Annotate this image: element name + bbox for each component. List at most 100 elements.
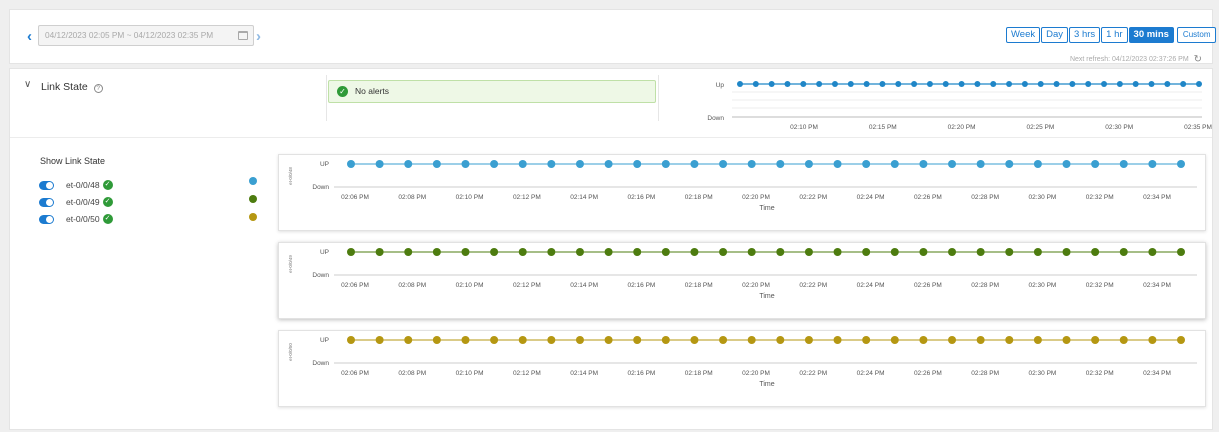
data-point: [1164, 81, 1171, 87]
data-point: [831, 81, 838, 87]
date-range-picker[interactable]: 04/12/2023 02:05 PM ~ 04/12/2023 02:35 P…: [38, 25, 254, 46]
link-chart-svg: UP Down et-0/0/48 02:06 PM 02:08 PM 02:10 PM 0…: [288, 160, 1197, 212]
custom-range-button[interactable]: Custom: [1176, 27, 1217, 43]
data-point: [1021, 81, 1028, 87]
data-point: [1119, 248, 1128, 256]
data-point: [690, 160, 699, 168]
toggle-switch[interactable]: [39, 180, 54, 190]
data-point: [1062, 160, 1071, 168]
data-point: [833, 160, 842, 168]
data-point: [1033, 336, 1042, 344]
data-point: [461, 248, 470, 256]
legend-item-et-0-0-48: et-0/0/48 ✓: [39, 178, 113, 192]
x-tick-label: 02:10 PM: [790, 124, 818, 131]
x-tick-label: 02:14 PM: [570, 194, 598, 201]
x-tick-label: 02:08 PM: [398, 370, 426, 377]
link-chart-svg: UP Down et-0/0/49 02:06 PM 02:08 PM 02:10 PM 0…: [288, 248, 1197, 300]
data-point: [1148, 248, 1157, 256]
chevron-left-icon[interactable]: ‹: [27, 29, 32, 45]
x-tick-label: 02:20 PM: [948, 124, 976, 131]
check-circle-icon: ✓: [102, 197, 113, 207]
data-point: [948, 160, 957, 168]
divider: [326, 75, 327, 121]
y-axis-label: et-0/0/50: [288, 343, 293, 361]
data-point: [890, 160, 899, 168]
refresh-icon[interactable]: ↻: [1194, 54, 1202, 65]
data-point: [1006, 81, 1013, 87]
range-1hr-button[interactable]: 1 hr: [1101, 27, 1128, 43]
data-point: [1132, 81, 1139, 87]
x-tick-label: 02:32 PM: [1086, 282, 1114, 289]
data-point: [804, 336, 813, 344]
range-button-group: Week Day 3 hrs 1 hr 30 mins Custom: [1006, 27, 1217, 43]
data-point: [633, 248, 642, 256]
data-point: [404, 336, 413, 344]
x-tick-label: 02:14 PM: [570, 282, 598, 289]
data-point: [1062, 336, 1071, 344]
data-point: [1177, 336, 1185, 344]
x-tick-label: 02:15 PM: [869, 124, 897, 131]
data-point: [518, 336, 527, 344]
range-day-button[interactable]: Day: [1041, 27, 1069, 43]
data-point: [1033, 248, 1042, 256]
x-tick-label: 02:26 PM: [914, 370, 942, 377]
data-point: [1033, 160, 1042, 168]
data-point: [461, 336, 470, 344]
data-point: [461, 160, 470, 168]
toggle-switch[interactable]: [39, 214, 54, 224]
divider: [658, 75, 659, 121]
link-chart-et-0-0-48: UP Down et-0/0/48 02:06 PM 02:08 PM 02:10 PM 0…: [278, 154, 1206, 231]
x-tick-label: 02:24 PM: [857, 370, 885, 377]
x-tick-label: 02:30 PM: [1105, 124, 1133, 131]
data-point: [1148, 160, 1157, 168]
data-point: [719, 336, 728, 344]
x-tick-label: 02:18 PM: [685, 194, 713, 201]
data-point: [976, 160, 985, 168]
y-axis-label: et-0/0/48: [288, 167, 293, 185]
x-tick-label: 02:22 PM: [799, 370, 827, 377]
data-point: [490, 336, 499, 344]
legend-item-et-0-0-49: et-0/0/49 ✓: [39, 195, 113, 209]
panel-title: Link State ?: [41, 81, 103, 93]
data-point: [1148, 336, 1157, 344]
data-point: [490, 248, 499, 256]
panel-title-text: Link State: [41, 81, 88, 93]
data-point: [1062, 248, 1071, 256]
data-point: [661, 160, 670, 168]
range-week-button[interactable]: Week: [1006, 27, 1041, 43]
next-refresh: Next refresh: 04/12/2023 02:37:26 PM ↻: [1070, 54, 1202, 65]
chevron-down-icon[interactable]: ∨: [24, 79, 31, 90]
toggle-switch[interactable]: [39, 197, 54, 207]
data-point: [575, 160, 584, 168]
help-icon[interactable]: ?: [93, 84, 103, 93]
data-point: [633, 160, 642, 168]
legend-color-dot: [249, 195, 257, 203]
data-point: [776, 248, 785, 256]
y-label-up: UP: [320, 249, 329, 256]
y-label-down: Down: [312, 184, 329, 191]
data-point: [432, 160, 441, 168]
data-point: [919, 336, 928, 344]
data-point: [604, 336, 613, 344]
x-tick-label: 02:12 PM: [513, 194, 541, 201]
data-point: [690, 336, 699, 344]
data-point: [833, 248, 842, 256]
range-3hrs-button[interactable]: 3 hrs: [1069, 27, 1101, 43]
alert-status: ✓ No alerts: [328, 80, 656, 103]
data-point: [990, 81, 997, 87]
chevron-right-icon[interactable]: ›: [256, 29, 261, 45]
x-tick-label: 02:16 PM: [628, 282, 656, 289]
data-point: [490, 160, 499, 168]
x-tick-label: 02:30 PM: [1029, 282, 1057, 289]
data-point: [1116, 81, 1123, 87]
x-tick-label: 02:10 PM: [456, 194, 484, 201]
range-30mins-button[interactable]: 30 mins: [1128, 27, 1174, 43]
data-point: [804, 248, 813, 256]
x-tick-label: 02:25 PM: [1026, 124, 1054, 131]
x-tick-label: 02:30 PM: [1029, 370, 1057, 377]
data-point: [1177, 160, 1185, 168]
x-tick-label: 02:18 PM: [685, 370, 713, 377]
legend-color-dot: [249, 213, 257, 221]
x-tick-label: 02:06 PM: [341, 194, 369, 201]
x-tick-label: 02:22 PM: [799, 282, 827, 289]
